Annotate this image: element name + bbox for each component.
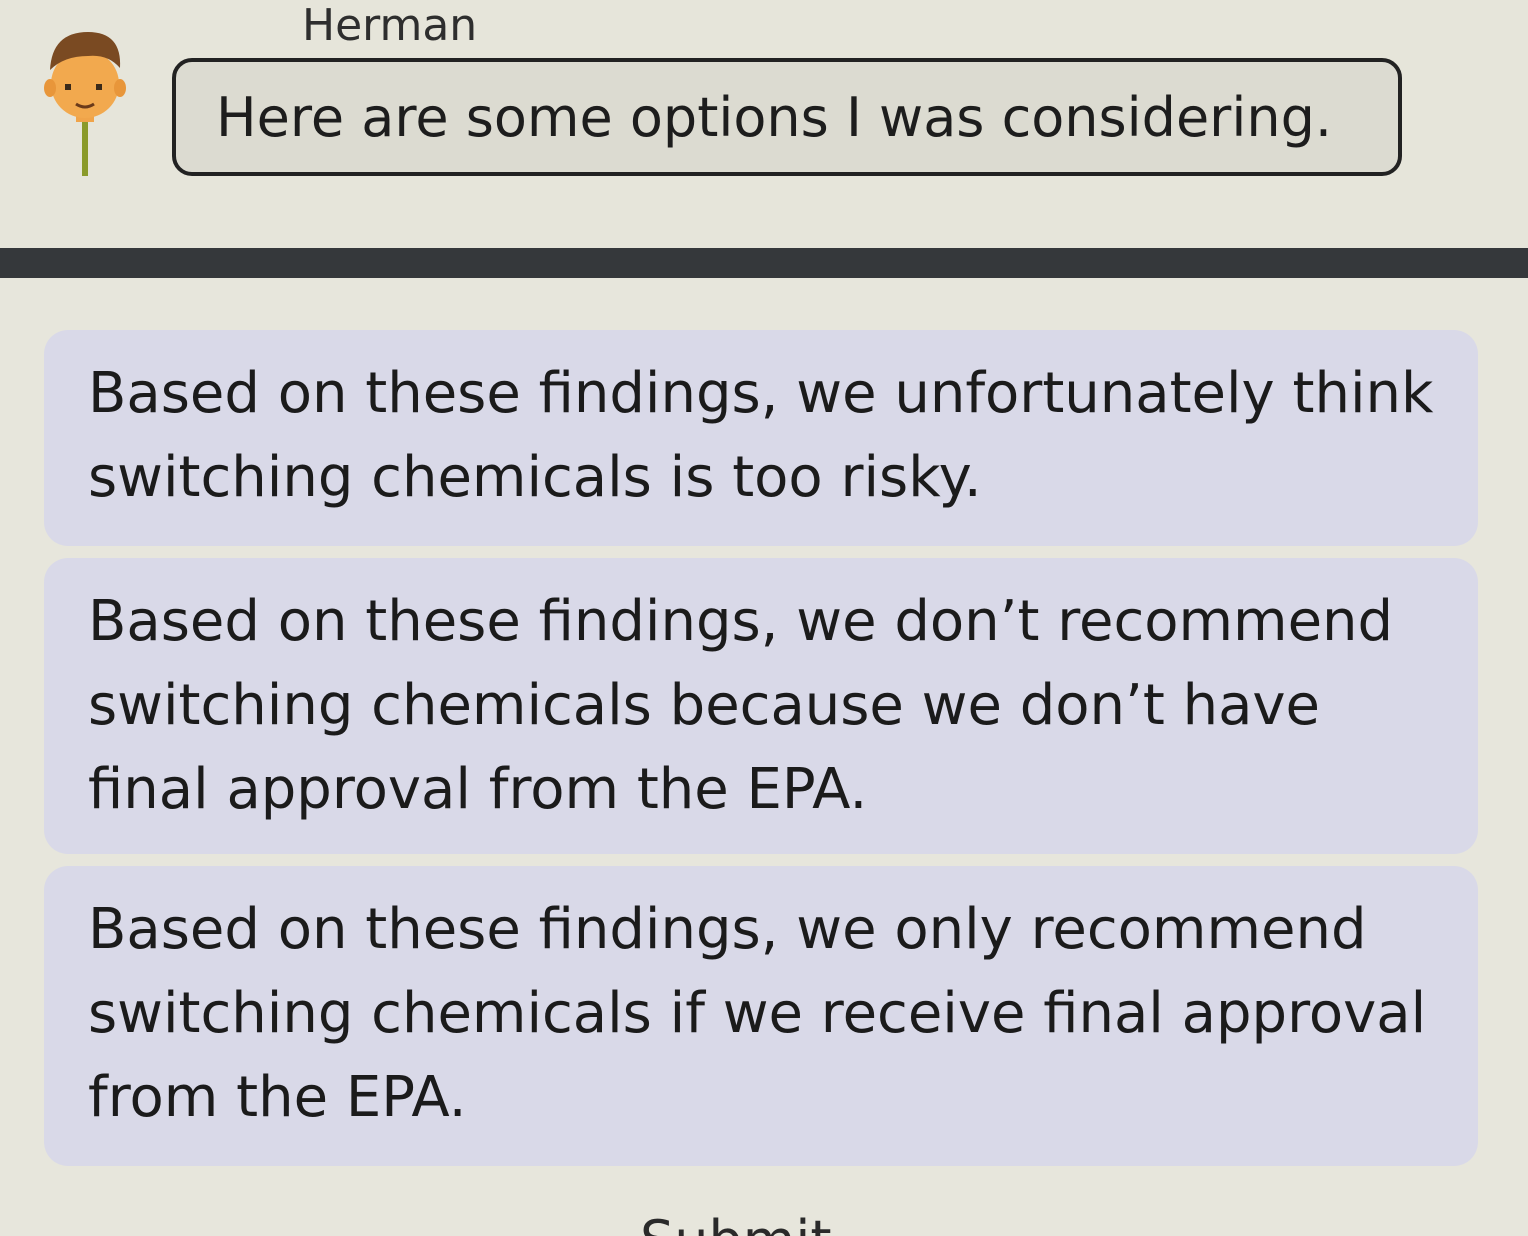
speaker-name: Herman	[302, 0, 478, 51]
speech-bubble-text: Here are some options I was considering.	[216, 85, 1333, 149]
response-option-1-text: Based on these findings, we unfortunatel…	[88, 361, 1434, 510]
response-option-1[interactable]: Based on these findings, we unfortunatel…	[44, 330, 1478, 546]
response-option-2[interactable]: Based on these findings, we don’t recomm…	[44, 558, 1478, 854]
speaker-avatar	[38, 24, 134, 180]
response-option-2-text: Based on these findings, we don’t recomm…	[88, 589, 1394, 822]
submit-button-label: Submit	[640, 1214, 880, 1236]
response-option-3-text: Based on these findings, we only recomme…	[88, 897, 1427, 1130]
divider-bar	[0, 248, 1528, 278]
submit-button[interactable]: Submit	[640, 1214, 880, 1236]
response-options: Based on these findings, we unfortunatel…	[0, 278, 1528, 1236]
response-option-3[interactable]: Based on these findings, we only recomme…	[44, 866, 1478, 1166]
dialogue-header: Herman Here are some options I was consi…	[0, 0, 1528, 250]
speech-bubble: Here are some options I was considering.	[172, 58, 1402, 176]
